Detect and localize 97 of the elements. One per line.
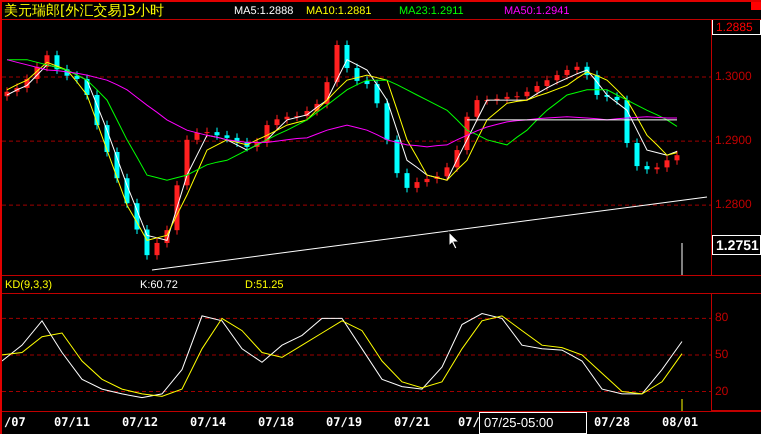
- candlestick: [234, 132, 240, 148]
- date-label: 08/01: [662, 415, 698, 429]
- price-tick-label: 1.2800: [715, 197, 752, 212]
- candlestick: [494, 94, 500, 106]
- kd-tick-label: 50: [715, 346, 728, 361]
- candlestick: [544, 75, 550, 91]
- candlestick: [604, 90, 610, 102]
- candlestick: [674, 150, 680, 166]
- indicator-label: KD(9,3,3): [5, 278, 54, 290]
- candlestick: [94, 90, 100, 130]
- candlestick: [534, 81, 540, 97]
- candlestick: [464, 112, 470, 156]
- candlestick: [634, 138, 640, 172]
- moving-average-legend: MA10:1.2881: [306, 4, 399, 16]
- date-label: 07/19: [326, 415, 362, 429]
- date-label: 07/: [458, 415, 480, 429]
- candlestick: [514, 91, 520, 102]
- candlestick: [204, 127, 210, 138]
- candlestick: [364, 76, 370, 90]
- candlestick: [594, 70, 600, 100]
- kd-tick-label: 20: [715, 384, 728, 398]
- candlestick: [34, 62, 40, 84]
- candlestick: [104, 120, 110, 157]
- candlestick: [504, 92, 510, 104]
- instrument-title: 美元瑞郎[外汇交易]3小时: [4, 2, 165, 20]
- candlestick: [294, 111, 300, 122]
- date-label: 07/18: [258, 415, 294, 429]
- candlestick: [194, 128, 200, 145]
- candlestick: [14, 82, 20, 97]
- candlestick: [474, 95, 480, 122]
- candlestick: [394, 134, 400, 178]
- candlestick: [54, 50, 60, 74]
- candlestick: [214, 127, 220, 140]
- candlestick: [564, 65, 570, 80]
- candlestick: [614, 92, 620, 106]
- date-label: 07/12: [122, 415, 158, 429]
- last-price-label: 1.2751: [712, 235, 761, 255]
- candlestick: [654, 162, 660, 174]
- candlestick: [224, 130, 230, 143]
- candlestick: [124, 173, 130, 208]
- candlestick: [554, 70, 560, 86]
- candlestick: [584, 62, 590, 80]
- candlestick: [374, 79, 380, 108]
- candlestick: [344, 40, 350, 74]
- candlestick: [574, 62, 580, 75]
- cursor-date-label: 07/25-05:00: [479, 412, 587, 434]
- candlestick: [64, 64, 70, 81]
- candlestick: [114, 147, 120, 184]
- date-label: 07/14: [190, 415, 226, 429]
- candlestick: [644, 161, 650, 174]
- status-square-icon: [751, 2, 761, 10]
- candlestick: [84, 74, 90, 100]
- candlestick: [274, 114, 280, 130]
- candlestick: [24, 74, 30, 93]
- candlestick: [354, 63, 360, 86]
- candlestick: [384, 98, 390, 145]
- price-tick-label: 1.3000: [715, 69, 752, 84]
- candlestick: [244, 137, 250, 152]
- date-label: 07/11: [54, 415, 90, 429]
- date-label: /07: [4, 415, 26, 429]
- candlestick: [4, 86, 10, 102]
- candlestick: [184, 134, 190, 190]
- price-tick-label: 1.2900: [715, 133, 752, 148]
- candlestick: [254, 137, 260, 152]
- candlestick: [324, 77, 330, 109]
- candlestick: [404, 168, 410, 193]
- candlestick: [434, 171, 440, 184]
- indicator-value: K:60.72: [140, 278, 179, 290]
- candlestick: [624, 95, 630, 148]
- mouse-pointer-icon: [448, 230, 460, 250]
- kd-tick-label: 80: [715, 310, 728, 324]
- candlestick: [664, 155, 670, 172]
- candlestick: [164, 225, 170, 248]
- moving-average-legend: MA23:1.2911: [399, 4, 504, 16]
- candlestick: [44, 50, 50, 72]
- candlestick: [484, 95, 490, 106]
- candlestick: [334, 40, 340, 88]
- price-high-label: 1.2885: [712, 20, 761, 35]
- candlestick: [154, 238, 160, 260]
- candlestick: [134, 198, 140, 234]
- candlestick: [314, 98, 320, 116]
- candlestick: [414, 177, 420, 193]
- candlestick: [444, 162, 450, 182]
- candlestick: [174, 180, 180, 236]
- candlestick: [284, 112, 290, 124]
- candlestick: [424, 174, 430, 188]
- candlestick: [524, 86, 530, 102]
- indicator-value: D:51.25: [245, 278, 285, 290]
- candlestick: [74, 70, 80, 84]
- moving-average-legend: MA5:1.2888: [234, 4, 306, 16]
- date-label: 07/21: [394, 415, 430, 429]
- candlestick: [304, 106, 310, 122]
- candlestick: [144, 224, 150, 260]
- candlestick: [264, 120, 270, 148]
- date-label: 07/28: [594, 415, 630, 429]
- candlestick: [454, 145, 460, 172]
- moving-average-legend: MA50:1.2941: [504, 4, 570, 16]
